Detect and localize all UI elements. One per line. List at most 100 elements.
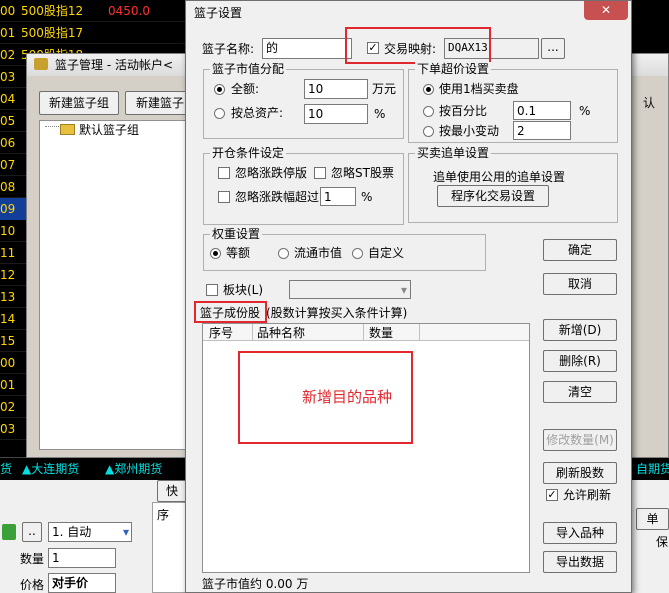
modify-qty-button[interactable]: 修改数量(M) — [543, 429, 617, 451]
market-tab-left[interactable]: 货 — [0, 461, 12, 477]
amount-label: 全额: — [231, 82, 260, 96]
basket-settings-dialog: 篮子设置 ✕ 篮子名称: 的 ✓ 交易映射: DQAX13 ... 篮子市值分配… — [185, 0, 632, 593]
quote-row-value: 0450.0 — [108, 4, 150, 18]
clear-button[interactable]: 清空 — [543, 381, 617, 403]
cancel-button[interactable]: 取消 — [543, 273, 617, 295]
qty-value: 1 — [52, 551, 60, 565]
market-tab-right[interactable]: 自期货 — [636, 461, 669, 477]
sector-select[interactable]: ▾ — [289, 280, 411, 299]
add-button[interactable]: 新增(D) — [543, 319, 617, 341]
basket-name-label: 篮子名称: — [202, 42, 255, 56]
dialog-titlebar: 篮子设置 ✕ — [186, 1, 631, 25]
folder-icon — [60, 124, 75, 135]
mapping-browse-button[interactable]: ... — [541, 38, 565, 59]
ignore-st-checkbox[interactable] — [314, 167, 326, 179]
order-price-group-title: 下单超价设置 — [415, 62, 492, 76]
total-assets-input[interactable]: 10 — [304, 104, 368, 124]
quote-row-index: 02 — [0, 400, 16, 414]
close-icon: ✕ — [600, 3, 612, 17]
col-name[interactable]: 品种名称 — [257, 325, 305, 341]
col-divider — [363, 324, 364, 340]
amount-unit: 万元 — [372, 82, 397, 96]
min-tick-radio[interactable] — [423, 126, 434, 137]
market-value-group: 篮子市值分配 全额: 10 万元 按总资产: 10 % — [203, 62, 404, 139]
ignore-change-checkbox[interactable] — [218, 191, 230, 203]
chase-order-text: 追单使用公用的追单设置 — [433, 170, 566, 184]
total-assets-value: 10 — [308, 107, 324, 121]
basket-manager-title: 篮子管理 - 活动帐户< — [55, 58, 174, 72]
weight-custom-radio[interactable] — [352, 248, 363, 259]
order-button[interactable]: 单 — [636, 508, 669, 530]
dots-button[interactable]: .. — [22, 522, 42, 542]
order-price-group: 下单超价设置 使用1档买卖盘 按百分比 0.1 % 按最小变动 2 — [408, 62, 618, 143]
quote-row-index: 15 — [0, 334, 16, 348]
components-table-header: 序号 品种名称 数量 — [203, 324, 529, 341]
order-grid: 序 — [152, 502, 188, 593]
sector-label: 板块(L) — [223, 283, 264, 297]
chevron-down-icon: ▾ — [400, 283, 407, 297]
percent-input[interactable]: 0.1 — [513, 101, 571, 120]
market-value-group-title: 篮子市值分配 — [210, 62, 287, 76]
tree-item-default-group[interactable]: 默认篮子组 — [79, 122, 139, 138]
price-input[interactable]: 对手价 — [48, 573, 116, 593]
col-index[interactable]: 序号 — [209, 325, 233, 341]
export-button[interactable]: 导出数据 — [543, 551, 617, 573]
level1-radio[interactable] — [423, 84, 434, 95]
qty-label: 数量 — [20, 552, 45, 566]
ignore-change-input[interactable]: 1 — [320, 187, 356, 206]
quote-row-index: 11 — [0, 246, 16, 260]
quote-row-index: 13 — [0, 290, 16, 304]
basket-name-input[interactable]: 的 — [262, 38, 352, 59]
weight-group: 权重设置 等额 流通市值 自定义 — [203, 227, 486, 271]
quote-row-index: 07 — [0, 158, 16, 172]
weight-equal-radio[interactable] — [210, 248, 221, 259]
amount-radio[interactable] — [214, 84, 225, 95]
min-tick-label: 按最小变动 — [439, 124, 500, 138]
quote-row-name: 500股指12 — [21, 4, 84, 18]
quote-row[interactable]: 00 500股指12 0450.0 — [0, 0, 185, 22]
min-tick-input[interactable]: 2 — [513, 121, 571, 140]
market-tab-zhengzhou[interactable]: ▲郑州期货 — [105, 461, 162, 477]
refresh-shares-button[interactable]: 刷新股数 — [543, 462, 617, 484]
amount-input[interactable]: 10 — [304, 79, 368, 99]
close-button[interactable]: ✕ — [584, 1, 628, 20]
components-note: (股数计算按买入条件计算) — [266, 306, 408, 320]
quote-row[interactable]: 01 500股指17 — [0, 22, 185, 44]
new-group-button[interactable]: 新建篮子组 — [39, 91, 119, 115]
ignore-limit-label: 忽略涨跌停版 — [235, 166, 308, 180]
amount-value: 10 — [308, 82, 324, 96]
qty-input[interactable]: 1 — [48, 548, 116, 568]
import-button[interactable]: 导入品种 — [543, 522, 617, 544]
weight-custom-label: 自定义 — [368, 246, 405, 260]
allow-refresh-checkbox[interactable]: ✓ — [546, 489, 558, 501]
quick-button[interactable]: 快 — [157, 480, 187, 502]
weight-float-label: 流通市值 — [294, 246, 343, 260]
program-trading-button[interactable]: 程序化交易设置 — [437, 185, 549, 207]
percent-label: 按百分比 — [439, 104, 488, 118]
total-assets-label: 按总资产: — [231, 106, 284, 120]
delete-button[interactable]: 删除(R) — [543, 350, 617, 372]
ok-button[interactable]: 确定 — [543, 239, 617, 261]
order-grid-header: 序 — [157, 508, 170, 522]
mode-select-value: 1. 自动 — [52, 525, 92, 539]
market-tab-dalian[interactable]: ▲大连期货 — [22, 461, 79, 477]
weight-float-radio[interactable] — [278, 248, 289, 259]
ignore-change-label: 忽略涨跌幅超过 — [235, 190, 320, 204]
quote-row-index: 05 — [0, 114, 16, 128]
total-assets-radio[interactable] — [214, 108, 225, 119]
quote-row-index: 00 — [0, 356, 16, 370]
basket-name-value: 的 — [266, 41, 279, 55]
lock-icon[interactable] — [2, 524, 16, 540]
tree-expander[interactable] — [45, 126, 59, 128]
percent-radio[interactable] — [423, 106, 434, 117]
col-qty[interactable]: 数量 — [369, 325, 393, 341]
ignore-limit-checkbox[interactable] — [218, 167, 230, 179]
mode-select[interactable]: 1. 自动 ▾ — [48, 522, 132, 542]
price-label: 价格 — [20, 578, 45, 592]
level1-label: 使用1档买卖盘 — [439, 82, 519, 96]
sector-checkbox[interactable] — [206, 284, 218, 296]
annotation-text: 新增目的品种 — [302, 388, 393, 406]
ignore-change-value: 1 — [324, 190, 332, 204]
quote-row-index: 00 — [0, 4, 16, 18]
dialog-title: 篮子设置 — [194, 6, 243, 20]
